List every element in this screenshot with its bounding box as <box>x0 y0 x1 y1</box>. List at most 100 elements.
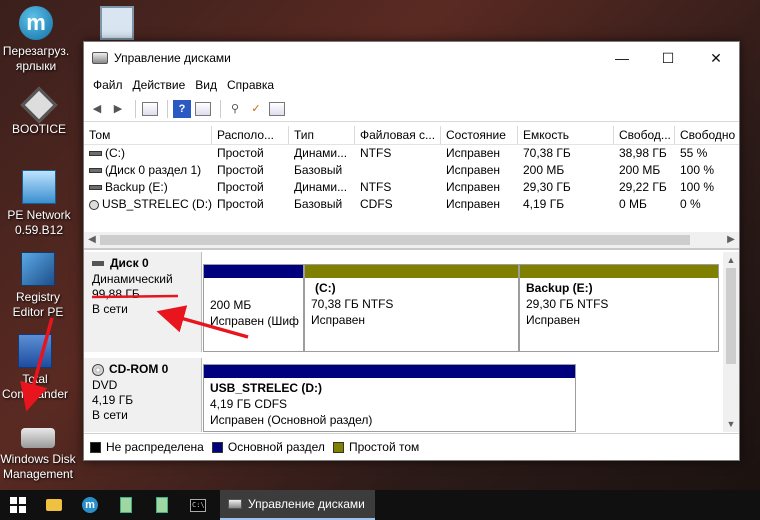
notepad-icon <box>156 497 168 513</box>
table-row[interactable]: USB_STRELEC (D:) Простой Базовый CDFS Ис… <box>84 196 739 213</box>
partition-size: 70,38 ГБ NTFS <box>311 297 394 311</box>
legend-swatch-primary <box>211 441 223 453</box>
column-header-free-percent[interactable]: Свободно <box>675 126 739 144</box>
column-header-free-space[interactable]: Свобод... <box>614 126 675 144</box>
partition-name: (C:) <box>315 281 336 295</box>
checklist-icon[interactable]: ✓ <box>247 100 265 118</box>
desktop-icon-label: BOOTICE <box>11 122 66 136</box>
cell-free-percent: 100 % <box>680 163 715 177</box>
desktop-icon-label: Windows Disk <box>0 452 76 466</box>
partition-d[interactable]: USB_STRELEC (D:) 4,19 ГБ CDFS Исправен (… <box>203 364 576 432</box>
desktop-icon-calculator[interactable] <box>79 6 155 44</box>
forward-arrow-icon[interactable]: ▶ <box>109 100 127 118</box>
cell-layout: Простой <box>217 180 264 194</box>
partition-name: USB_STRELEC (D:) <box>210 381 323 395</box>
horizontal-scrollbar[interactable]: ◀ ▶ <box>84 232 739 248</box>
table-row[interactable]: (C:) Простой Динами... NTFS Исправен 70,… <box>84 145 739 162</box>
disk-management-window: Управление дисками — ☐ ✕ Файл Действие В… <box>83 41 740 461</box>
volume-icon <box>89 168 102 174</box>
taskbar-active-disk-management[interactable]: Управление дисками <box>220 490 375 520</box>
menu-bar: Файл Действие Вид Справка <box>84 74 739 96</box>
taskbar-command-prompt[interactable]: C:\ <box>180 490 216 520</box>
table-row[interactable]: (Диск 0 раздел 1) Простой Базовый Исправ… <box>84 162 739 179</box>
maximize-button[interactable]: ☐ <box>645 42 691 74</box>
m-logo-icon: m <box>82 497 98 513</box>
table-row[interactable]: Backup (E:) Простой Динами... NTFS Испра… <box>84 179 739 196</box>
cell-filesystem: NTFS <box>360 146 392 160</box>
cell-free-percent: 0 % <box>680 197 701 211</box>
disk-management-icon <box>21 428 55 448</box>
menu-action[interactable]: Действие <box>128 78 191 92</box>
column-header-volume[interactable]: Том <box>84 126 212 144</box>
column-header-type[interactable]: Тип <box>289 126 355 144</box>
desktop-icon-restart-shortcuts[interactable]: m Перезагруз. ярлыки <box>0 6 74 74</box>
back-arrow-icon[interactable]: ◀ <box>88 100 106 118</box>
cell-free-percent: 100 % <box>680 180 715 194</box>
console-tree-icon[interactable] <box>141 100 159 118</box>
column-header-status[interactable]: Состояние <box>441 126 518 144</box>
desktop-icon-bootice[interactable]: BOOTICE <box>1 86 77 137</box>
desktop-icon-pe-network[interactable]: PE Network 0.59.B12 <box>1 170 77 238</box>
minimize-button[interactable]: — <box>599 42 645 74</box>
partition-status: Исправен (Основной раздел) <box>210 413 373 427</box>
scroll-down-icon[interactable]: ▼ <box>723 416 739 432</box>
cell-capacity: 29,30 ГБ <box>523 180 571 194</box>
start-button[interactable] <box>0 490 36 520</box>
scroll-right-icon[interactable]: ▶ <box>723 232 739 248</box>
vertical-scrollbar[interactable]: ▲ ▼ <box>723 252 739 432</box>
cell-free-space: 200 МБ <box>619 163 661 177</box>
column-header-filesystem[interactable]: Файловая с... <box>355 126 441 144</box>
menu-view[interactable]: Вид <box>190 78 222 92</box>
toolbar: ◀ ▶ ? ⚲ ✓ <box>84 96 739 122</box>
taskbar-m-launcher[interactable]: m <box>72 490 108 520</box>
volume-list: Том Располо... Тип Файловая с... Состоян… <box>84 126 739 250</box>
help-icon[interactable]: ? <box>173 99 191 118</box>
cell-filesystem <box>355 162 441 179</box>
desktop-icon-total-commander[interactable]: Total Commander <box>0 334 73 402</box>
list-view-icon[interactable] <box>268 100 286 118</box>
taskbar-notepad[interactable] <box>108 490 144 520</box>
cdrom-0-label[interactable]: CD-ROM 0 DVD 4,19 ГБ В сети <box>84 358 202 432</box>
cell-capacity: 4,19 ГБ <box>523 197 565 211</box>
desktop-icon-label: Registry <box>15 290 60 304</box>
scrollbar-thumb[interactable] <box>726 268 736 364</box>
cell-volume: (C:) <box>84 145 212 162</box>
connect-icon[interactable]: ⚲ <box>226 100 244 118</box>
legend-swatch-unallocated <box>90 441 101 453</box>
partition-c[interactable]: (C:) 70,38 ГБ NTFS Исправен <box>304 264 519 352</box>
cell-type: Базовый <box>294 163 343 177</box>
menu-help[interactable]: Справка <box>222 78 279 92</box>
column-header-layout[interactable]: Располо... <box>212 126 289 144</box>
partition-disk0-part1[interactable]: 200 МБ Исправен (Шиф <box>203 264 304 352</box>
desktop-icon-windows-disk-management[interactable]: Windows Disk Management <box>0 416 76 482</box>
cell-volume: USB_STRELEC (D:) <box>84 196 212 213</box>
disk-name: Диск 0 <box>110 256 149 270</box>
cell-capacity: 70,38 ГБ <box>523 146 571 160</box>
cell-layout: Простой <box>217 197 264 211</box>
close-button[interactable]: ✕ <box>693 42 739 74</box>
properties-icon[interactable] <box>194 100 212 118</box>
disk-0-label[interactable]: Диск 0 Динамический 99,88 ГБ В сети <box>84 252 202 352</box>
title-bar[interactable]: Управление дисками — ☐ ✕ <box>84 42 739 74</box>
cell-status: Исправен <box>446 146 501 160</box>
partition-e[interactable]: Backup (E:) 29,30 ГБ NTFS Исправен <box>519 264 719 352</box>
disk-management-app-icon <box>92 52 108 64</box>
cell-filesystem: CDFS <box>360 197 393 211</box>
partition-size: 29,30 ГБ NTFS <box>526 297 609 311</box>
scroll-up-icon[interactable]: ▲ <box>723 252 739 268</box>
partition-size: 200 МБ <box>210 298 252 312</box>
cell-free-space: 38,98 ГБ <box>619 146 667 160</box>
command-prompt-icon: C:\ <box>190 498 206 512</box>
bootice-icon <box>20 86 58 124</box>
taskbar-file-explorer[interactable] <box>36 490 72 520</box>
desktop-icon-label: Management <box>2 467 74 481</box>
partition-status: Исправен <box>311 313 366 327</box>
column-header-capacity[interactable]: Емкость <box>518 126 614 144</box>
partition-status: Исправен (Шиф <box>210 314 299 328</box>
menu-file[interactable]: Файл <box>88 78 128 92</box>
volume-list-header: Том Располо... Тип Файловая с... Состоян… <box>84 126 739 145</box>
desktop-icon-registry-editor[interactable]: Registry Editor PE <box>0 252 76 320</box>
scrollbar-thumb[interactable] <box>100 235 690 245</box>
scroll-left-icon[interactable]: ◀ <box>84 232 100 248</box>
taskbar-notepad-2[interactable] <box>144 490 180 520</box>
